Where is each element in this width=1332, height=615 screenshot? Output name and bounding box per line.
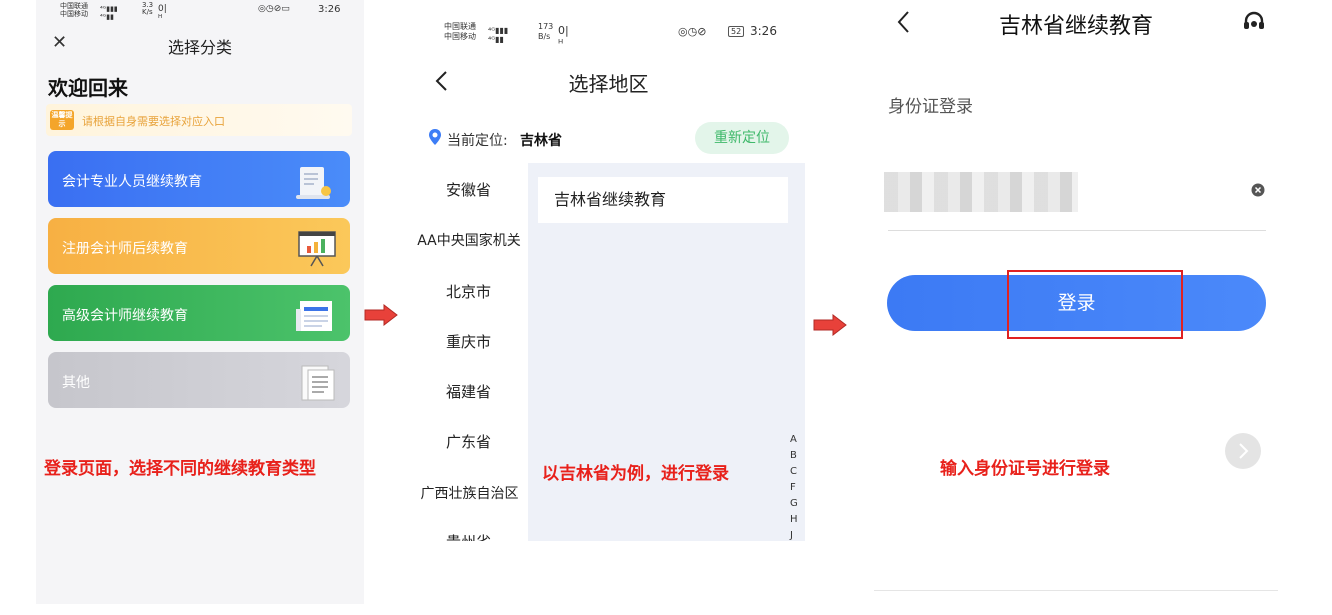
carrier-2: 中国移动 bbox=[444, 32, 476, 41]
clear-input-icon[interactable] bbox=[1251, 183, 1265, 197]
page-title: 吉林省继续教育 bbox=[998, 14, 1153, 39]
arrow-right-icon bbox=[813, 314, 847, 336]
carrier-1: 中国联通 bbox=[444, 22, 476, 31]
province-item[interactable]: 北京市 bbox=[412, 281, 525, 302]
network-speed-unit: K/s bbox=[142, 8, 153, 16]
login-type-label: 身份证登录 bbox=[888, 97, 973, 117]
province-list: 安徽省 AA中央国家机关 北京市 重庆市 福建省 广东省 广西壮族自治区 贵州省 bbox=[412, 163, 525, 541]
card-label: 其他 bbox=[62, 375, 90, 391]
signal-icon: ⁴ᴳ▮▮▮ ⁴ᴳ▮▮ bbox=[100, 5, 118, 21]
blurred-id-value bbox=[884, 172, 1078, 212]
sub-region-panel: 吉林省继续教育 bbox=[528, 163, 805, 541]
signal-icon: ⁴ᴳ▮▮▮ ⁴ᴳ▮▮ bbox=[488, 26, 509, 44]
card-label: 会计专业人员继续教育 bbox=[62, 174, 202, 190]
page-title: 选择分类 bbox=[167, 38, 232, 57]
status-icons: ◎◷⊘ bbox=[678, 25, 707, 38]
caption-step-1: 登录页面，选择不同的继续教育类型 bbox=[44, 459, 316, 479]
presentation-board-icon bbox=[298, 231, 336, 267]
alphabet-letter[interactable]: F bbox=[790, 482, 796, 493]
highlight-box bbox=[1007, 270, 1183, 339]
alphabet-letter[interactable]: B bbox=[790, 450, 797, 461]
card-label: 注册会计师后续教育 bbox=[62, 241, 188, 257]
input-underline bbox=[888, 230, 1266, 231]
next-arrow-icon[interactable] bbox=[1225, 433, 1261, 469]
status-icons: ◎◷⊘▭ bbox=[258, 4, 290, 14]
province-item[interactable]: 贵州省 bbox=[412, 531, 525, 541]
region-item-jilin[interactable]: 吉林省继续教育 bbox=[538, 177, 788, 223]
category-screen: 中国联通 中国移动 ⁴ᴳ▮▮▮ ⁴ᴳ▮▮ 3.3 K/s 0|ᴴ ◎◷⊘▭ 3:… bbox=[36, 0, 364, 604]
province-item[interactable]: 福建省 bbox=[412, 381, 525, 402]
bottom-divider bbox=[874, 590, 1278, 591]
caption-step-3: 输入身份证号进行登录 bbox=[940, 459, 1110, 479]
alphabet-letter[interactable]: J bbox=[790, 530, 793, 541]
relocate-button[interactable]: 重新定位 bbox=[695, 122, 789, 154]
province-item[interactable]: 广东省 bbox=[412, 431, 525, 452]
alphabet-letter[interactable]: A bbox=[790, 434, 797, 445]
alphabet-letter[interactable]: G bbox=[790, 498, 798, 509]
network-speed: 173 bbox=[538, 22, 554, 31]
province-item[interactable]: 广西壮族自治区 bbox=[412, 483, 527, 503]
network-speed-unit: B/s bbox=[538, 32, 551, 41]
login-screen: 吉林省继续教育 身份证登录 登录 输入身份证号进行登录 bbox=[874, 0, 1278, 600]
card-other[interactable]: 其他 bbox=[48, 352, 350, 408]
clock: 3:26 bbox=[750, 24, 777, 38]
alphabet-letter[interactable]: C bbox=[790, 466, 797, 477]
card-cpa-continuing[interactable]: 注册会计师后续教育 bbox=[48, 218, 350, 274]
document-icon bbox=[296, 301, 332, 331]
newspaper-icon bbox=[301, 365, 335, 401]
province-item[interactable]: AA中央国家机关 bbox=[412, 230, 534, 250]
province-item[interactable]: 重庆市 bbox=[412, 331, 525, 352]
welcome-heading: 欢迎回来 bbox=[48, 76, 128, 100]
card-senior-accountant[interactable]: 高级会计师继续教育 bbox=[48, 285, 350, 341]
clock: 3:26 bbox=[318, 4, 341, 15]
certificate-icon bbox=[296, 167, 331, 199]
region-select-screen: 中国联通 中国移动 ⁴ᴳ▮▮▮ ⁴ᴳ▮▮ 173 B/s 0|ᴴ ◎◷⊘ 52 … bbox=[412, 0, 805, 541]
location-pin-icon bbox=[429, 129, 441, 145]
location-label: 当前定位: bbox=[447, 133, 508, 149]
headset-support-icon[interactable] bbox=[1242, 10, 1266, 34]
caption-step-2: 以吉林省为例，进行登录 bbox=[542, 464, 729, 484]
battery-icon: 52 bbox=[728, 26, 745, 37]
page-title: 选择地区 bbox=[568, 72, 649, 96]
card-accounting-professional[interactable]: 会计专业人员继续教育 bbox=[48, 151, 350, 207]
alphabet-letter[interactable]: H bbox=[790, 514, 798, 525]
tip-text: 请根据自身需要选择对应入口 bbox=[82, 115, 225, 128]
location-value: 吉林省 bbox=[520, 133, 562, 149]
id-number-input[interactable] bbox=[874, 168, 1266, 232]
arrow-right-icon bbox=[364, 304, 398, 326]
tip-badge: 温馨提示 bbox=[50, 110, 74, 130]
card-label: 高级会计师继续教育 bbox=[62, 308, 188, 324]
province-item[interactable]: 安徽省 bbox=[412, 179, 525, 200]
hd-icon: 0|ᴴ bbox=[558, 24, 569, 50]
hd-icon: 0|ᴴ bbox=[158, 4, 167, 24]
tip-banner: 温馨提示 请根据自身需要选择对应入口 bbox=[46, 104, 352, 136]
